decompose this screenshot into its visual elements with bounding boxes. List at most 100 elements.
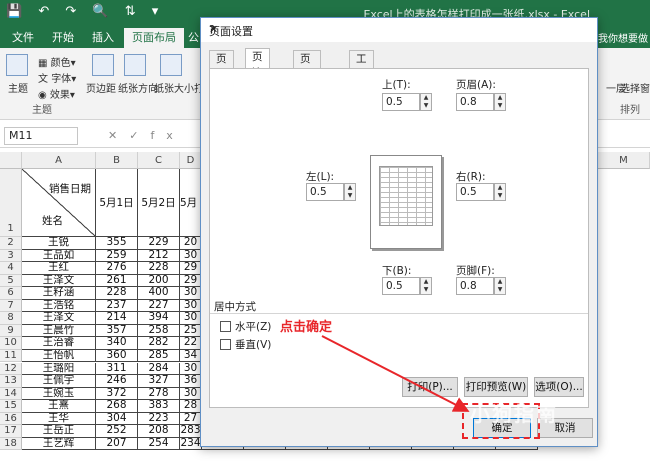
name-cell[interactable]: 王熹	[22, 400, 96, 413]
row-header[interactable]: 18	[0, 437, 22, 451]
value-cell[interactable]: 283	[180, 425, 202, 438]
fx-icon[interactable]: ✕✓fx	[108, 129, 185, 142]
value-cell[interactable]: 237	[96, 299, 138, 313]
value-cell[interactable]: 258	[138, 324, 180, 338]
value-cell[interactable]: 252	[96, 425, 138, 438]
value-cell[interactable]: 340	[96, 337, 138, 350]
themes-button[interactable]: 主题	[8, 80, 28, 95]
value-cell[interactable]: 25	[180, 324, 202, 338]
name-box[interactable]: M11	[4, 127, 78, 145]
print-preview-button[interactable]: 打印预览(W)	[464, 377, 528, 397]
center-horizontally-checkbox[interactable]	[220, 321, 231, 332]
name-cell[interactable]: 王婉玉	[22, 387, 96, 401]
value-cell[interactable]: 278	[138, 387, 180, 401]
tab-header-footer[interactable]: 页眉/页脚	[293, 50, 322, 113]
value-cell[interactable]: 200	[138, 274, 180, 288]
bottom-margin-spinner[interactable]: ▲ ▼	[420, 277, 432, 295]
tab-page[interactable]: 页面	[209, 50, 234, 81]
row-header[interactable]: 7	[0, 299, 22, 313]
spin-down-icon[interactable]: ▼	[495, 102, 505, 110]
value-cell[interactable]: 268	[96, 400, 138, 413]
name-cell[interactable]: 王岳正	[22, 425, 96, 438]
value-cell[interactable]: 27	[180, 412, 202, 426]
tab-file[interactable]: 文件	[4, 28, 42, 48]
spin-up-icon[interactable]: ▲	[421, 278, 431, 286]
value-cell[interactable]: 327	[138, 375, 180, 388]
column-header-b[interactable]: B	[96, 152, 138, 169]
center-vertically-label[interactable]: 垂直(V)	[235, 337, 271, 352]
name-cell[interactable]: 王浩铭	[22, 299, 96, 313]
value-cell[interactable]: 228	[138, 262, 180, 275]
tab-page-layout[interactable]: 页面布局	[124, 28, 184, 48]
right-margin-spinner[interactable]: ▲ ▼	[494, 183, 506, 201]
quick-access-toolbar[interactable]: 💾 ↶ ↷ 🔍 ⇅ ▾	[6, 4, 164, 19]
value-cell[interactable]: 228	[96, 287, 138, 300]
spin-down-icon[interactable]: ▼	[495, 286, 505, 294]
value-cell[interactable]: 212	[138, 249, 180, 263]
size-button[interactable]: 纸张大小	[154, 80, 194, 95]
left-margin-spinner[interactable]: ▲ ▼	[344, 183, 356, 201]
value-cell[interactable]: 282	[138, 337, 180, 350]
value-cell[interactable]: 284	[138, 362, 180, 376]
footer-margin-spinner[interactable]: ▲ ▼	[494, 277, 506, 295]
spin-down-icon[interactable]: ▼	[495, 192, 505, 200]
value-cell[interactable]: 355	[96, 237, 138, 250]
value-cell[interactable]: 227	[138, 299, 180, 313]
value-cell[interactable]: 357	[96, 324, 138, 338]
row-header[interactable]: 2	[0, 237, 22, 250]
value-cell[interactable]: 30	[180, 249, 202, 263]
header-margin-input[interactable]: 0.8	[456, 93, 494, 111]
close-icon[interactable]: ✕	[209, 23, 587, 36]
column-header-d[interactable]: D	[180, 152, 202, 169]
size-icon[interactable]	[160, 54, 182, 76]
spin-down-icon[interactable]: ▼	[421, 102, 431, 110]
row-header[interactable]: 11	[0, 349, 22, 363]
date-header-cell[interactable]: 5月1日	[96, 169, 138, 237]
name-cell[interactable]: 王璐阳	[22, 362, 96, 376]
value-cell[interactable]: 34	[180, 349, 202, 363]
row-header[interactable]: 3	[0, 249, 22, 263]
date-header-cell[interactable]: 5月2日	[138, 169, 180, 237]
row-header[interactable]: 16	[0, 412, 22, 426]
effects-button[interactable]: ◉ 效果▾	[38, 86, 75, 101]
spin-up-icon[interactable]: ▲	[421, 94, 431, 102]
name-cell[interactable]: 王籽涵	[22, 287, 96, 300]
name-cell[interactable]: 王品如	[22, 249, 96, 263]
center-vertically-checkbox[interactable]	[220, 339, 231, 350]
value-cell[interactable]: 254	[138, 437, 180, 451]
top-margin-input[interactable]: 0.5	[382, 93, 420, 111]
value-cell[interactable]: 30	[180, 362, 202, 376]
row-header[interactable]: 10	[0, 337, 22, 350]
value-cell[interactable]: 229	[138, 237, 180, 250]
tab-sheet[interactable]: 工作表	[349, 50, 374, 97]
name-cell[interactable]: 王佩宇	[22, 375, 96, 388]
center-horizontally-label[interactable]: 水平(Z)	[235, 319, 271, 334]
date-header-cell[interactable]: 5月	[180, 169, 202, 237]
row-header[interactable]: 9	[0, 324, 22, 338]
value-cell[interactable]: 30	[180, 387, 202, 401]
orientation-icon[interactable]	[124, 54, 146, 76]
name-cell[interactable]: 王锐	[22, 237, 96, 250]
tab-margins[interactable]: 页边距	[245, 48, 270, 95]
fonts-button[interactable]: 文 字体▾	[38, 70, 76, 85]
value-cell[interactable]: 259	[96, 249, 138, 263]
value-cell[interactable]: 276	[96, 262, 138, 275]
print-button[interactable]: 打印(P)...	[402, 377, 458, 397]
name-cell[interactable]: 王怡帆	[22, 349, 96, 363]
value-cell[interactable]: 207	[96, 437, 138, 451]
dialog-title-bar[interactable]: 页面设置 ? ✕	[201, 18, 597, 42]
value-cell[interactable]: 30	[180, 299, 202, 313]
orientation-button[interactable]: 纸张方向	[118, 80, 158, 95]
spin-down-icon[interactable]: ▼	[345, 192, 355, 200]
spin-up-icon[interactable]: ▲	[345, 184, 355, 192]
tab-insert[interactable]: 插入	[84, 28, 122, 48]
selection-pane-button[interactable]: 选择窗格	[620, 80, 650, 95]
left-margin-input[interactable]: 0.5	[306, 183, 344, 201]
row-header[interactable]: 13	[0, 375, 22, 388]
value-cell[interactable]: 285	[138, 349, 180, 363]
value-cell[interactable]: 394	[138, 312, 180, 325]
row-header[interactable]: 8	[0, 312, 22, 325]
spin-down-icon[interactable]: ▼	[421, 286, 431, 294]
column-header-a[interactable]: A	[22, 152, 96, 169]
column-header-c[interactable]: C	[138, 152, 180, 169]
